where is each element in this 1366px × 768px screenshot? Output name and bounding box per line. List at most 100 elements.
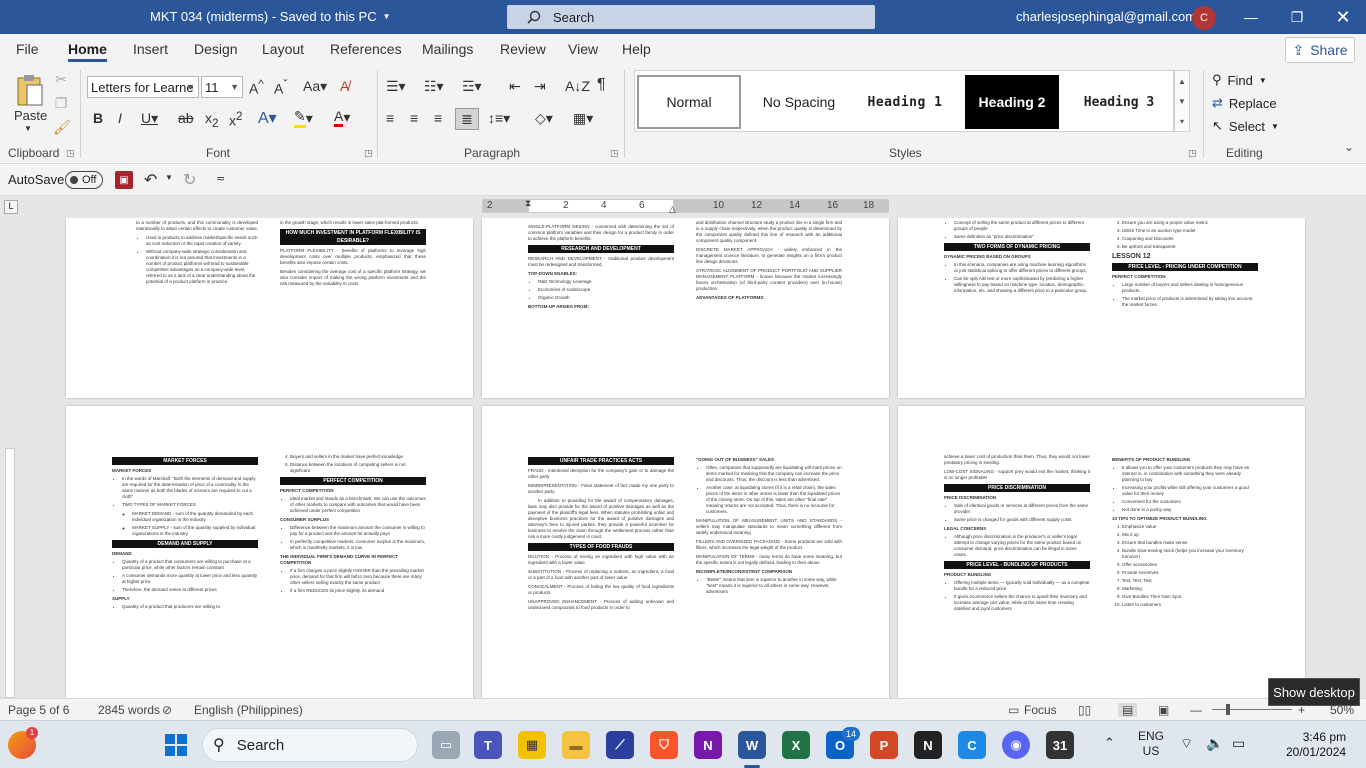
sort-button[interactable]: A↓Z <box>565 78 590 94</box>
style-normal[interactable]: Normal <box>637 75 741 129</box>
app-icon[interactable]: ⟋ <box>606 731 634 759</box>
multilevel-list-button[interactable]: ☲▾ <box>462 78 482 95</box>
shrink-font-button[interactable]: Aˇ <box>274 78 287 97</box>
file-explorer-icon[interactable]: ▬ <box>562 731 590 759</box>
focus-icon[interactable]: ▭ <box>1008 703 1019 717</box>
dialog-launcher-icon[interactable]: ◳ <box>610 148 619 159</box>
language-indicator[interactable]: ENG US <box>1138 729 1164 759</box>
minimize-button[interactable]: — <box>1228 0 1274 34</box>
onenote-icon[interactable]: N <box>694 731 722 759</box>
shading-button[interactable]: ◇▾ <box>535 110 553 127</box>
calendar-icon[interactable]: 31 <box>1046 731 1074 759</box>
dialog-launcher-icon[interactable]: ◳ <box>66 148 75 159</box>
tab-file[interactable]: File <box>16 41 39 57</box>
proofing-icon[interactable]: ⊘ <box>162 703 172 717</box>
bullets-button[interactable]: ☰▾ <box>386 78 406 95</box>
increase-indent-button[interactable]: ⇥ <box>534 78 546 95</box>
print-layout-icon[interactable]: ▤ <box>1118 703 1138 717</box>
numbering-button[interactable]: ☷▾ <box>424 78 444 95</box>
start-button[interactable] <box>162 731 190 759</box>
page-indicator[interactable]: Page 5 of 6 <box>8 703 69 717</box>
clock[interactable]: 3:46 pm 20/01/2024 <box>1286 730 1346 760</box>
change-case-button[interactable]: Aa▾ <box>303 78 327 95</box>
undo-icon[interactable]: ↶ <box>144 170 157 190</box>
volume-icon[interactable]: 🔈 <box>1206 735 1223 752</box>
read-mode-icon[interactable]: ▯▯ <box>1078 703 1091 717</box>
subscript-button[interactable]: x2 <box>205 110 218 130</box>
zoom-slider[interactable] <box>1212 709 1292 710</box>
justify-button[interactable]: ≣ <box>455 108 479 130</box>
font-color-button[interactable]: A ▾ <box>334 108 350 127</box>
tab-view[interactable]: View <box>568 41 598 57</box>
close-button[interactable]: ✕ <box>1320 0 1366 34</box>
copy-icon[interactable]: ❐ <box>54 95 68 111</box>
vertical-ruler[interactable] <box>4 218 16 698</box>
find-button[interactable]: ⚲ Find ▼ <box>1212 72 1267 88</box>
customize-toolbar-icon[interactable]: ≂ <box>216 172 225 185</box>
show-marks-button[interactable]: ¶ <box>597 76 606 94</box>
line-spacing-button[interactable]: ↕≡▾ <box>488 110 510 127</box>
brave-icon[interactable]: ⛉ <box>650 731 678 759</box>
tab-home[interactable]: Home <box>68 41 107 62</box>
notion-icon[interactable]: N <box>914 731 942 759</box>
collapse-ribbon-icon[interactable]: ⌄ <box>1344 140 1354 154</box>
highlight-button[interactable]: ✎ ▾ <box>294 108 313 128</box>
avatar[interactable]: C <box>1192 6 1216 30</box>
tab-insert[interactable]: Insert <box>133 41 168 57</box>
style-heading-3[interactable]: Heading 3 <box>1069 75 1169 129</box>
language-indicator[interactable]: English (Philippines) <box>194 703 303 717</box>
right-indent-marker-icon[interactable]: △ <box>669 204 676 215</box>
word-count[interactable]: 2845 words <box>98 703 160 717</box>
teams-icon[interactable]: T <box>474 731 502 759</box>
app-c-icon[interactable]: C <box>958 731 986 759</box>
task-view-icon[interactable]: ▭ <box>432 731 460 759</box>
clear-formatting-button[interactable]: A̸ <box>340 78 349 94</box>
font-size-box[interactable]: 11 ▼ <box>201 76 243 98</box>
cut-icon[interactable]: ✂ <box>54 71 68 87</box>
zoom-out-icon[interactable]: — <box>1190 703 1202 717</box>
tab-review[interactable]: Review <box>500 41 546 57</box>
select-button[interactable]: ↖ Select ▼ <box>1212 118 1279 134</box>
tab-layout[interactable]: Layout <box>262 41 304 57</box>
focus-button[interactable]: Focus <box>1024 703 1057 717</box>
style-heading-1[interactable]: Heading 1 <box>855 75 955 129</box>
autosave-toggle[interactable]: Off <box>65 171 103 189</box>
powerpoint-icon[interactable]: P <box>870 731 898 759</box>
align-right-button[interactable]: ≡ <box>434 110 442 126</box>
redo-icon[interactable]: ↻ <box>183 170 196 190</box>
format-painter-icon[interactable]: 🖌 <box>53 119 71 135</box>
tab-selector[interactable]: L <box>4 200 18 214</box>
chevron-down-icon[interactable]: ▼ <box>24 124 32 133</box>
underline-button[interactable]: U▾ <box>141 110 158 127</box>
indent-marker-icon[interactable]: ⧗ <box>525 198 531 209</box>
zoom-slider-thumb[interactable] <box>1226 704 1230 715</box>
grow-font-button[interactable]: A^ <box>249 78 264 97</box>
document-canvas[interactable]: to a number of products, and this common… <box>20 218 1366 698</box>
text-effects-button[interactable]: A▾ <box>258 108 277 128</box>
borders-button[interactable]: ▦▾ <box>573 110 593 127</box>
style-no-spacing[interactable]: No Spacing <box>747 75 851 129</box>
superscript-button[interactable]: x2 <box>229 110 242 129</box>
strikethrough-button[interactable]: ab <box>178 110 194 126</box>
tab-help[interactable]: Help <box>622 41 651 57</box>
taskbar-search[interactable]: ⚲ Search <box>202 728 418 762</box>
dialog-launcher-icon[interactable]: ◳ <box>364 148 373 159</box>
web-layout-icon[interactable]: ▣ <box>1158 703 1169 717</box>
chevron-down-icon[interactable]: ▼ <box>1178 97 1186 106</box>
chevron-up-icon[interactable]: ⌃ <box>1104 735 1115 751</box>
discord-icon[interactable]: ◉ <box>1002 731 1030 759</box>
word-icon[interactable]: W <box>738 731 766 759</box>
styles-scroll[interactable]: ▲ ▼ ▾ <box>1174 70 1190 132</box>
chevron-up-icon[interactable]: ▲ <box>1178 77 1186 86</box>
excel-icon[interactable]: X <box>782 731 810 759</box>
battery-icon[interactable]: ▭ <box>1232 735 1245 752</box>
paste-button[interactable] <box>12 70 48 110</box>
store-icon[interactable]: ▦ <box>518 731 546 759</box>
more-icon[interactable]: ▾ <box>1180 117 1184 126</box>
horizontal-ruler[interactable]: 2 2 4 6 10 12 14 16 18 ⧗ △ <box>482 198 889 215</box>
account-name[interactable]: charlesjosephingal@gmail.com <box>1016 9 1196 24</box>
tab-design[interactable]: Design <box>194 41 238 57</box>
restore-button[interactable]: ❐ <box>1274 0 1320 34</box>
align-left-button[interactable]: ≡ <box>386 110 394 126</box>
share-button[interactable]: ⇪ Share <box>1285 37 1355 63</box>
